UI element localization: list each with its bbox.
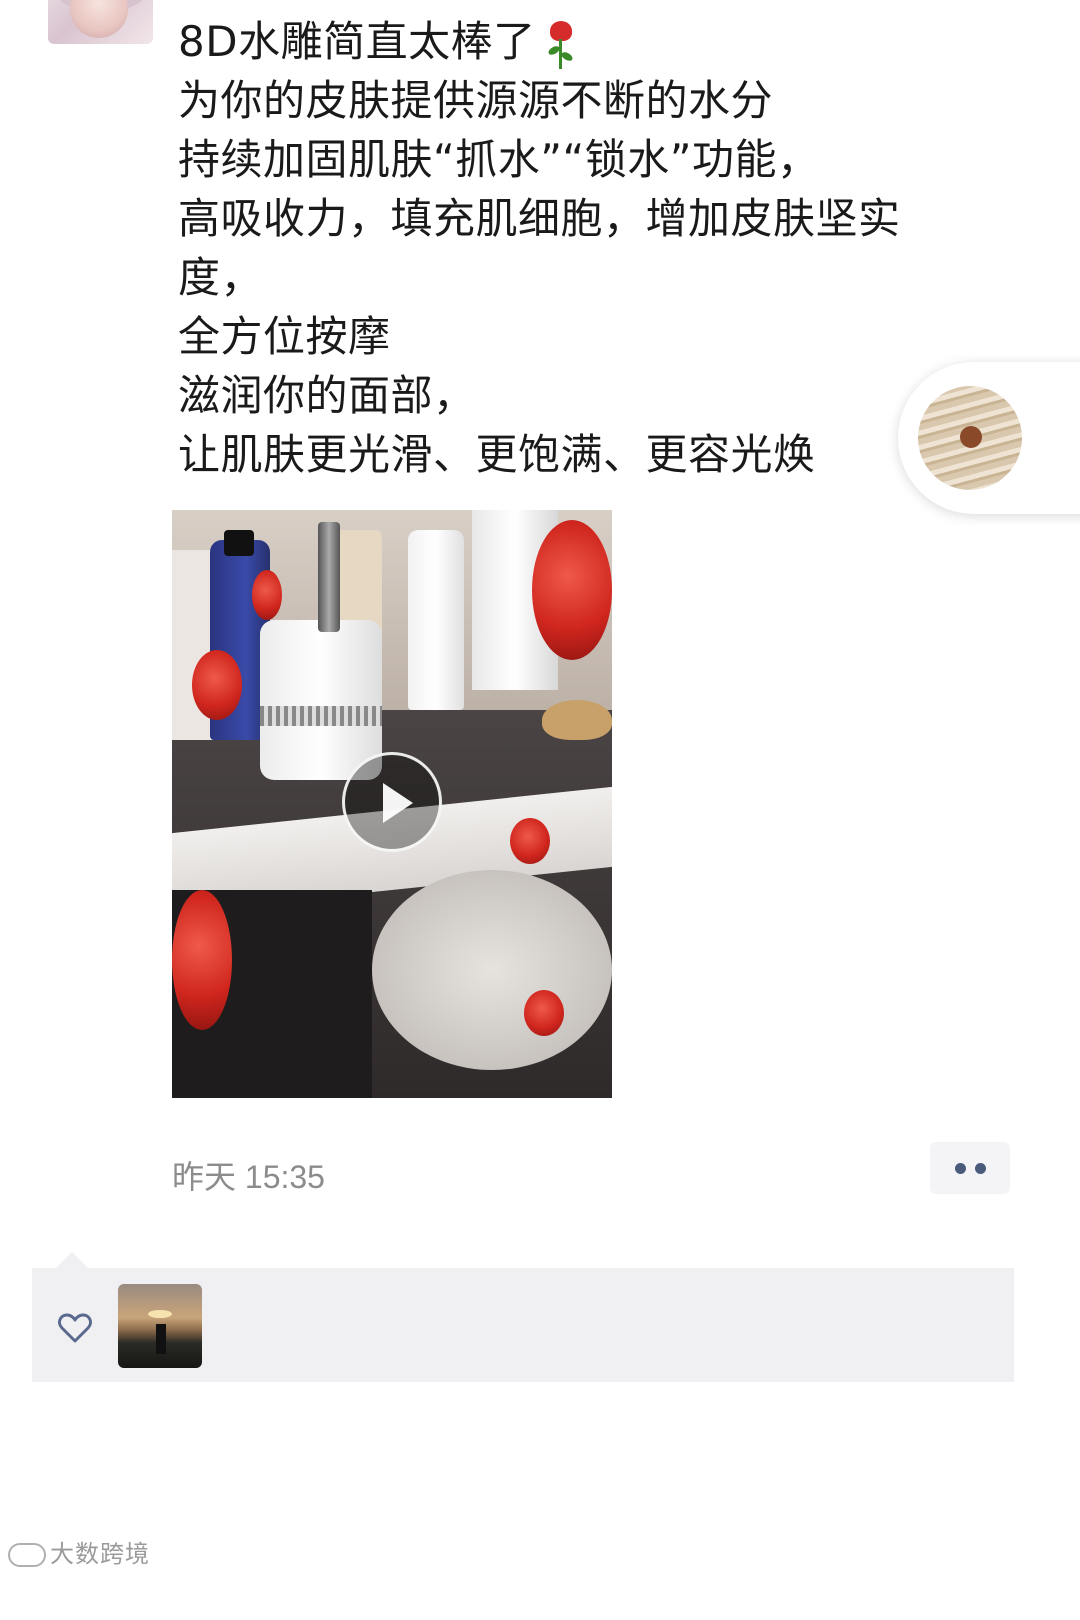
more-dots-icon <box>955 1163 966 1174</box>
rose-emoji-icon <box>546 19 574 71</box>
post-timestamp: 昨天 15:35 <box>172 1159 325 1195</box>
watermark-text: 大数跨境 <box>50 1540 150 1568</box>
avatar-face <box>70 0 128 38</box>
likes-pointer <box>56 1252 88 1268</box>
post-line-1-text: 8D水雕简直太棒了 <box>178 17 536 66</box>
wax-seal-icon <box>960 426 982 448</box>
post-line-1: 8D水雕简直太棒了 <box>178 12 1038 71</box>
floating-window-bubble[interactable] <box>898 362 1080 514</box>
play-icon[interactable] <box>342 752 442 852</box>
floating-window-thumbnail <box>918 386 1022 490</box>
liker-avatar[interactable] <box>118 1284 202 1368</box>
post-line-4: 高吸收力，填充肌细胞，增加皮肤坚实 <box>178 194 901 243</box>
post-line-5: 度， <box>178 253 264 302</box>
post-line-2: 为你的皮肤提供源源不断的水分 <box>178 76 774 125</box>
more-options-button[interactable] <box>930 1142 1010 1194</box>
poster-avatar[interactable] <box>48 0 153 44</box>
post-line-6: 全方位按摩 <box>178 312 391 361</box>
watermark: 大数跨境 <box>8 1534 150 1569</box>
video-thumbnail[interactable] <box>172 510 612 1098</box>
watermark-logo-icon <box>8 1543 46 1567</box>
heart-icon <box>58 1313 92 1343</box>
post-line-3: 持续加固肌肤“抓水”“锁水”功能， <box>178 135 820 184</box>
